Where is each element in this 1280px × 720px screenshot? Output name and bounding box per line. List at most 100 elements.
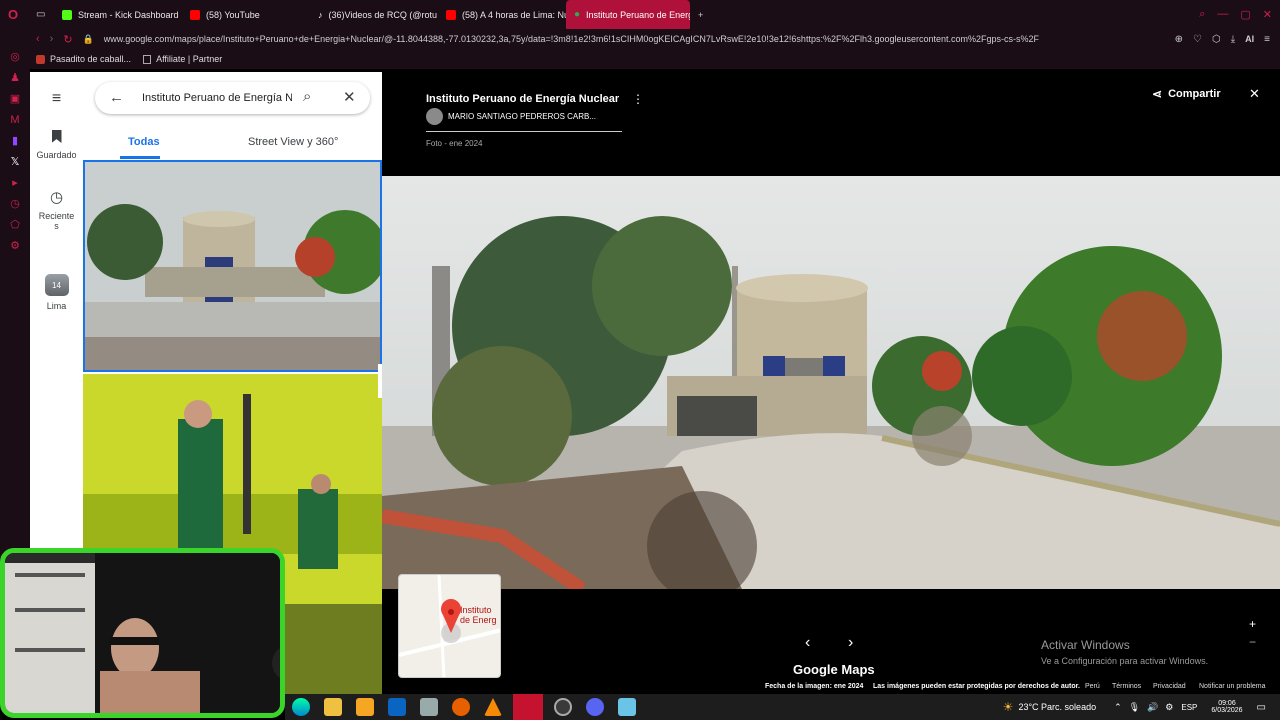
browser-tab-bar: O ▭ Stream - Kick Dashboard (58) YouTube… xyxy=(0,0,1280,29)
opera-taskbar-icon[interactable] xyxy=(513,694,543,720)
reload-icon[interactable]: ↻ xyxy=(63,33,72,46)
firefox-icon[interactable] xyxy=(452,698,470,716)
page-icon xyxy=(143,54,152,64)
previous-photo-icon[interactable]: ‹ xyxy=(805,634,810,652)
minimap[interactable]: Instituto de Energ xyxy=(398,574,501,678)
language-indicator[interactable]: ESP xyxy=(1181,703,1197,712)
ai-icon[interactable]: ♟ xyxy=(9,72,21,84)
zoom-out-icon[interactable]: − xyxy=(1249,635,1256,649)
forward-icon[interactable]: › xyxy=(50,33,54,45)
avatar xyxy=(426,108,443,125)
tab-street-view[interactable]: Street View y 360° xyxy=(248,136,338,148)
bookmark-affiliate[interactable]: Affiliate | Partner xyxy=(143,54,222,64)
x-icon[interactable]: 𝕏 xyxy=(9,156,21,168)
twitch-icon[interactable]: ▮ xyxy=(9,135,21,147)
terms-link[interactable]: Términos xyxy=(1112,683,1141,690)
tab-overview-icon[interactable]: ▭ xyxy=(28,0,54,29)
file-explorer-icon[interactable] xyxy=(324,698,342,716)
m-icon[interactable]: M xyxy=(9,114,21,126)
weather-widget[interactable]: ☀ 23°C Parc. soleado xyxy=(1003,700,1096,714)
activate-windows-sub: Ve a Configuración para activar Windows. xyxy=(1041,656,1209,666)
messenger-icon[interactable]: ▣ xyxy=(9,93,21,105)
rail-lima[interactable]: 14 Lima xyxy=(30,274,83,311)
tab-google-maps[interactable]: ● Instituto Peruano de Energ xyxy=(566,0,690,29)
country-link[interactable]: Perú xyxy=(1085,683,1100,690)
photo-thumbnail-building[interactable] xyxy=(83,160,382,372)
bookmark-favicon-icon xyxy=(36,54,45,64)
nuclear-institute-photo xyxy=(382,176,1280,589)
notepad-icon[interactable] xyxy=(618,698,636,716)
close-icon[interactable]: ✕ xyxy=(343,88,356,106)
next-photo-icon[interactable]: › xyxy=(848,634,853,652)
pinboard-icon[interactable]: ⬠ xyxy=(9,219,21,231)
aria-icon[interactable]: ◎ xyxy=(9,51,21,63)
author-row[interactable]: MARIO SANTIAGO PEDREROS CARB... xyxy=(426,108,596,125)
city-thumbnail-icon: 14 xyxy=(44,274,69,296)
tray-overflow-icon[interactable]: ⌃ xyxy=(1114,702,1122,713)
opera-logo-icon[interactable]: O xyxy=(0,0,28,29)
search-icon[interactable]: ⌕ xyxy=(303,88,311,105)
copyright-notice: Las imágenes pueden estar protegidas por… xyxy=(873,683,1080,690)
bookmarks-bar: Pasadito de caball... Affiliate | Partne… xyxy=(30,49,1280,69)
share-icon: ⋖ xyxy=(1152,87,1163,101)
streamer-webcam xyxy=(0,548,285,718)
tab-youtube[interactable]: (58) YouTube xyxy=(182,0,310,29)
zoom-icon[interactable]: ⊕ xyxy=(1175,34,1183,45)
network-icon[interactable]: ⚙ xyxy=(1165,702,1173,713)
download-icon[interactable]: ⤓ xyxy=(1231,34,1235,45)
minimap-map xyxy=(399,575,500,677)
privacy-link[interactable]: Privacidad xyxy=(1153,683,1186,690)
search-box[interactable]: ← Instituto Peruano de Energía Nuclear ⌕… xyxy=(95,82,370,114)
tab-tiktok[interactable]: ♪ (36)Videos de RCQ (@rotu xyxy=(310,0,438,29)
obs-icon[interactable] xyxy=(554,698,572,716)
vlc-icon[interactable] xyxy=(484,698,502,716)
url-field[interactable]: www.google.com/maps/place/Instituto+Peru… xyxy=(104,34,1044,44)
back-icon[interactable]: ‹ xyxy=(36,33,40,45)
minimap-label: Instituto de Energ xyxy=(460,605,497,625)
tab-youtube-video[interactable]: (58) A 4 horas de Lima: Nu xyxy=(438,0,566,29)
ai-button[interactable]: AI xyxy=(1245,34,1254,44)
player-icon[interactable]: ▸ xyxy=(9,177,21,189)
bookmark-page-icon[interactable]: ♡ xyxy=(1193,34,1202,45)
maximize-icon[interactable]: ▢ xyxy=(1240,8,1250,21)
store-icon[interactable] xyxy=(356,698,374,716)
close-window-icon[interactable]: ✕ xyxy=(1263,8,1272,21)
settings-icon[interactable]: ⚙ xyxy=(9,240,21,252)
edge-icon[interactable] xyxy=(292,698,310,716)
menu-button[interactable]: ≡ xyxy=(30,90,83,108)
photo-viewer: Instituto Peruano de Energía Nuclear ⋮ M… xyxy=(382,72,1280,694)
google-maps-logo: Google Maps xyxy=(793,662,875,677)
rail-recents[interactable]: ◷ Reciente s xyxy=(30,188,83,231)
street-photo[interactable] xyxy=(382,176,1280,589)
bookmark-pasadito[interactable]: Pasadito de caball... xyxy=(36,54,131,64)
tab-all[interactable]: Todas xyxy=(128,136,160,148)
minimize-icon[interactable]: — xyxy=(1217,8,1228,21)
search-tabs-icon[interactable]: ⌕ xyxy=(1199,8,1205,21)
new-tab-button[interactable]: + xyxy=(690,0,710,29)
back-arrow-icon[interactable]: ← xyxy=(109,89,124,106)
lock-icon: 🔒 xyxy=(82,33,94,44)
microphone-icon[interactable]: 🎙 xyxy=(1129,702,1140,713)
extensions-icon[interactable]: ⬡ xyxy=(1212,34,1221,45)
tiktok-icon: ♪ xyxy=(318,9,323,20)
hamburger-icon: ≡ xyxy=(51,90,62,107)
report-link[interactable]: Notificar un problema xyxy=(1199,683,1266,690)
app-icon[interactable] xyxy=(420,698,438,716)
discord-icon[interactable] xyxy=(586,698,604,716)
image-date: Fecha de la imagen: ene 2024 xyxy=(765,683,864,690)
bookmark-icon xyxy=(51,130,62,143)
menu-icon[interactable]: ≡ xyxy=(1264,34,1270,45)
rail-saved[interactable]: Guardado xyxy=(30,130,83,160)
active-tab-indicator xyxy=(120,156,160,159)
search-input[interactable]: Instituto Peruano de Energía Nuclear xyxy=(142,92,292,104)
close-viewer-icon[interactable]: ✕ xyxy=(1249,86,1260,102)
tab-kick[interactable]: Stream - Kick Dashboard xyxy=(54,0,182,29)
outlook-icon[interactable] xyxy=(388,698,406,716)
more-options-icon[interactable]: ⋮ xyxy=(632,92,644,106)
history-sidebar-icon[interactable]: ◷ xyxy=(9,198,21,210)
zoom-in-icon[interactable]: + xyxy=(1249,617,1256,631)
share-button[interactable]: ⋖ Compartir xyxy=(1152,87,1221,101)
clock[interactable]: 09:06 6/03/2026 xyxy=(1211,700,1242,714)
volume-icon[interactable]: 🔊 xyxy=(1147,702,1158,713)
notifications-icon[interactable]: ▭ xyxy=(1257,702,1266,713)
